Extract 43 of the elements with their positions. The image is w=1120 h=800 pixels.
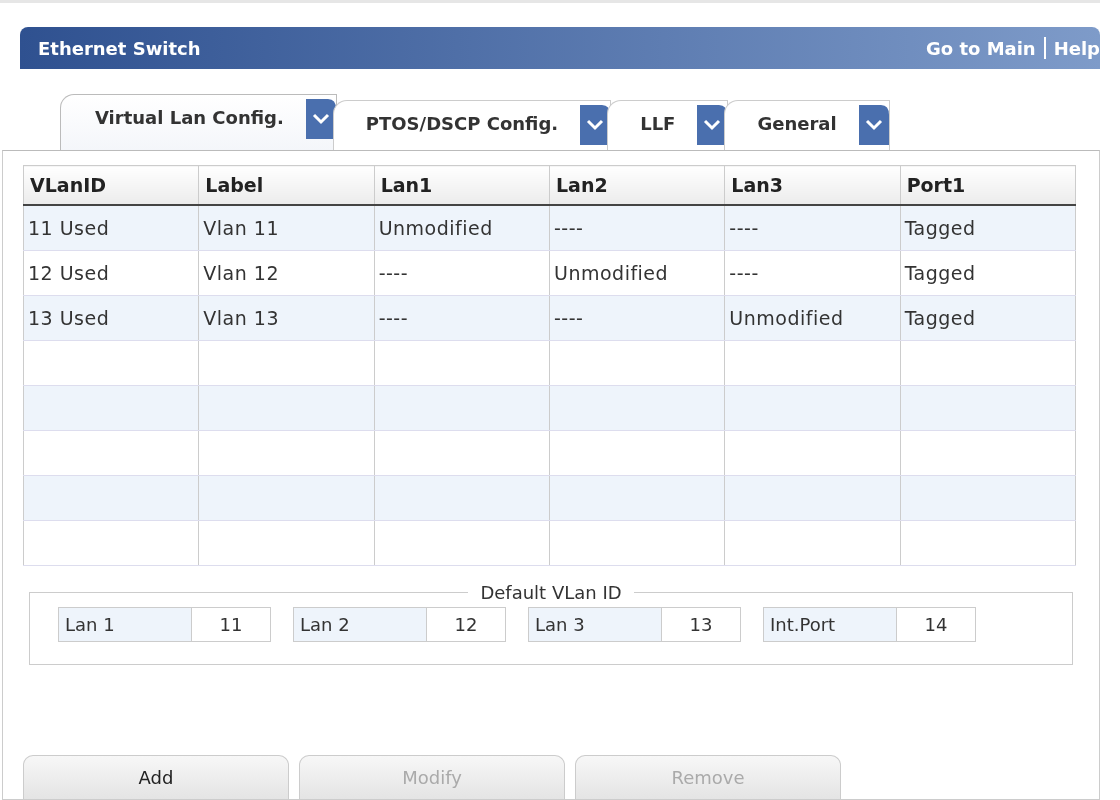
table-cell: Unmodified [724,295,901,341]
column-header: VLanID [23,165,199,205]
column-header: Lan3 [724,165,901,205]
table-cell: ---- [374,295,550,341]
input-field[interactable]: 11 [192,607,271,642]
field-label: Lan 2 [293,607,427,642]
table-cell: Vlan 13 [198,295,375,341]
table-cell: ---- [724,205,901,251]
table-cell: Unmodified [374,205,550,251]
dropdown-icon[interactable] [305,99,336,139]
table-cell: ---- [724,250,901,296]
table-cell: 12 Used [23,250,199,296]
table-cell: ---- [549,295,725,341]
field-label: Lan 1 [58,607,192,642]
field-label: Lan 3 [528,607,662,642]
column-header: Label [198,165,375,205]
table-cell: 13 Used [23,295,199,341]
table-cell: Tagged [900,250,1076,296]
table-cell: Unmodified [549,250,725,296]
tab[interactable]: PTOS/DSCP Config. [332,100,612,150]
tab[interactable]: LLF [607,100,729,150]
column-header: Lan1 [374,165,550,205]
table-cell: Tagged [900,205,1076,251]
table-cell: ---- [374,250,550,296]
table-cell: Vlan 11 [198,205,375,251]
tab[interactable]: Virtual Lan Config. [60,94,337,150]
input-field[interactable]: 13 [662,607,741,642]
window-title: Ethernet Switch [38,37,201,59]
input-field[interactable]: 14 [897,607,976,642]
table-cell: Tagged [900,295,1076,341]
input-field[interactable]: 12 [427,607,506,642]
dropdown-icon[interactable] [858,105,889,145]
column-header: Port1 [900,165,1076,205]
field-label: Int.Port [763,607,897,642]
dropdown-icon[interactable] [697,105,728,145]
dropdown-icon[interactable] [580,105,611,145]
table-cell: ---- [549,205,725,251]
tab[interactable]: General [724,100,890,150]
table-cell: 11 Used [23,205,199,251]
table-cell: Vlan 12 [198,250,375,296]
column-header: Lan2 [549,165,725,205]
action-button[interactable]: Add [23,755,289,799]
group-title: Default VLan ID [479,582,623,603]
